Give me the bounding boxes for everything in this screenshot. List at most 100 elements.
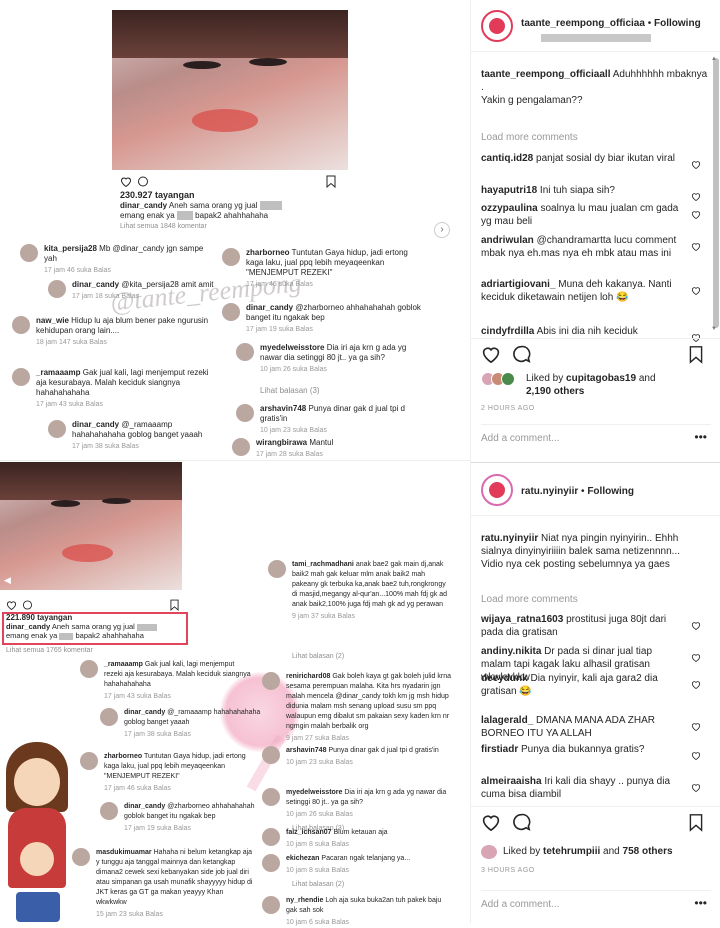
- add-comment-field[interactable]: Add a comment... •••: [481, 424, 711, 452]
- comment-user[interactable]: wijaya_ratna1603: [481, 614, 563, 625]
- comment-user[interactable]: adriartigiovani_: [481, 279, 555, 290]
- comment-user[interactable]: deeydunk: [481, 673, 528, 684]
- comment-like-heart-icon[interactable]: [691, 238, 701, 252]
- view-all-comments[interactable]: Lihat semua 1765 komentar: [6, 647, 93, 654]
- avatar[interactable]: [232, 438, 250, 456]
- comment-user[interactable]: renirichard08: [286, 673, 330, 680]
- comment-user[interactable]: _ramaaamp: [104, 661, 143, 668]
- comment-user[interactable]: myedelweisstore: [260, 343, 324, 352]
- heart-icon[interactable]: [481, 813, 501, 831]
- avatar[interactable]: [100, 802, 118, 820]
- comment-user[interactable]: ekichezan: [286, 855, 319, 862]
- avatar[interactable]: [262, 828, 280, 846]
- avatar[interactable]: [236, 404, 254, 422]
- comment-user[interactable]: arshavin748: [286, 747, 326, 754]
- avatar[interactable]: [100, 708, 118, 726]
- view-replies-link[interactable]: Lihat balasan (3): [260, 386, 420, 396]
- view-all-comments[interactable]: Lihat semua 1848 komentar: [120, 223, 207, 230]
- comment-user[interactable]: dinar_candy: [124, 709, 165, 716]
- comment-user[interactable]: zharborneo: [246, 248, 290, 257]
- avatar[interactable]: [481, 10, 513, 42]
- comment-user[interactable]: zharborneo: [104, 753, 142, 760]
- avatar[interactable]: [12, 368, 30, 386]
- comment-icon[interactable]: [511, 345, 531, 363]
- caption-user[interactable]: taante_reempong_officiaall: [481, 69, 610, 80]
- comment-user[interactable]: arshavin748: [260, 404, 306, 413]
- comment-like-heart-icon[interactable]: [691, 206, 701, 220]
- comment-user[interactable]: tami_rachmadhani: [292, 561, 354, 568]
- comment-icon[interactable]: [511, 813, 531, 831]
- avatar[interactable]: [262, 788, 280, 806]
- comment-user[interactable]: firstiadr: [481, 744, 518, 755]
- view-replies-link[interactable]: Lihat balasan (2): [292, 652, 452, 662]
- avatar[interactable]: [20, 244, 38, 262]
- video-thumbnail-top[interactable]: [112, 10, 348, 170]
- post-time[interactable]: 3 HOURS AGO: [481, 867, 535, 874]
- liked-by-user[interactable]: cupitagobas19: [566, 373, 636, 384]
- avatar[interactable]: [262, 896, 280, 914]
- load-more-comments[interactable]: Load more comments: [481, 132, 578, 143]
- load-more-comments[interactable]: Load more comments: [481, 594, 578, 605]
- comment-user[interactable]: hayaputri18: [481, 185, 537, 196]
- comment-user[interactable]: dinar_candy: [124, 803, 165, 810]
- comment-user[interactable]: kita_persija28: [44, 244, 97, 253]
- heart-icon[interactable]: [481, 345, 501, 363]
- comment-user[interactable]: dinar_candy: [72, 420, 119, 429]
- avatar[interactable]: [48, 280, 66, 298]
- comment-user[interactable]: faiz_ichsan07: [286, 829, 332, 836]
- username[interactable]: taante_reempong_officiaa: [521, 18, 645, 29]
- avatar[interactable]: [48, 420, 66, 438]
- comment-like-heart-icon[interactable]: [691, 329, 701, 343]
- comment-user[interactable]: naw_wie: [36, 316, 69, 325]
- comment-user[interactable]: wirangbirawa: [256, 438, 307, 447]
- comment-like-heart-icon[interactable]: [691, 779, 701, 793]
- avatar[interactable]: [262, 746, 280, 764]
- bookmark-icon[interactable]: [326, 175, 336, 188]
- avatar[interactable]: [72, 848, 90, 866]
- view-replies-link[interactable]: Lihat balasan (2): [292, 880, 452, 890]
- more-options-icon[interactable]: •••: [694, 896, 707, 910]
- post-time[interactable]: 2 HOURS AGO: [481, 405, 535, 412]
- comment-icon[interactable]: [137, 176, 149, 187]
- avatar[interactable]: [268, 560, 286, 578]
- comment-user[interactable]: almeiraaisha: [481, 776, 542, 787]
- caption-user[interactable]: ratu.nyinyiir: [481, 533, 538, 544]
- comment-like-heart-icon[interactable]: [691, 649, 701, 663]
- avatar[interactable]: [222, 248, 240, 266]
- following-button[interactable]: Following: [654, 18, 701, 29]
- avatar[interactable]: [80, 752, 98, 770]
- heart-icon[interactable]: [120, 176, 132, 187]
- more-options-icon[interactable]: •••: [694, 430, 707, 444]
- comment-like-heart-icon[interactable]: [691, 188, 701, 202]
- comment-like-heart-icon[interactable]: [691, 156, 701, 170]
- comment-like-heart-icon[interactable]: [691, 282, 701, 296]
- comment-user[interactable]: dinar_candy: [72, 280, 119, 289]
- comment-like-heart-icon[interactable]: [691, 617, 701, 631]
- next-arrow-icon[interactable]: ›: [434, 222, 450, 238]
- comment-user[interactable]: lalagerald_: [481, 715, 533, 726]
- avatar[interactable]: [222, 303, 240, 321]
- comment-user[interactable]: dinar_candy: [246, 303, 293, 312]
- caption-user[interactable]: dinar_candy: [6, 622, 50, 631]
- comment-like-heart-icon[interactable]: [691, 747, 701, 761]
- avatar[interactable]: [236, 343, 254, 361]
- caption-user[interactable]: dinar_candy: [120, 201, 167, 210]
- scroll-down-arrow-icon[interactable]: ▼: [711, 326, 717, 332]
- bookmark-icon[interactable]: [689, 813, 703, 832]
- video-thumbnail-bottom[interactable]: ◀: [0, 462, 182, 590]
- avatar[interactable]: [262, 854, 280, 872]
- comment-like-heart-icon[interactable]: [691, 718, 701, 732]
- following-button[interactable]: Following: [587, 486, 634, 497]
- bookmark-icon[interactable]: [689, 345, 703, 364]
- comment-user[interactable]: andriwulan: [481, 235, 534, 246]
- avatar[interactable]: [80, 660, 98, 678]
- avatar[interactable]: [481, 474, 513, 506]
- comment-like-heart-icon[interactable]: [691, 676, 701, 690]
- comment-user[interactable]: ozzypaulina: [481, 203, 538, 214]
- comment-user[interactable]: cindyfrdilla: [481, 326, 534, 337]
- heart-icon[interactable]: [6, 600, 17, 610]
- liked-by-others[interactable]: 758 others: [623, 846, 673, 857]
- bookmark-icon[interactable]: [170, 599, 179, 611]
- comment-user[interactable]: ny_rhendie: [286, 897, 323, 904]
- comment-user[interactable]: masdukimuamar: [96, 849, 152, 856]
